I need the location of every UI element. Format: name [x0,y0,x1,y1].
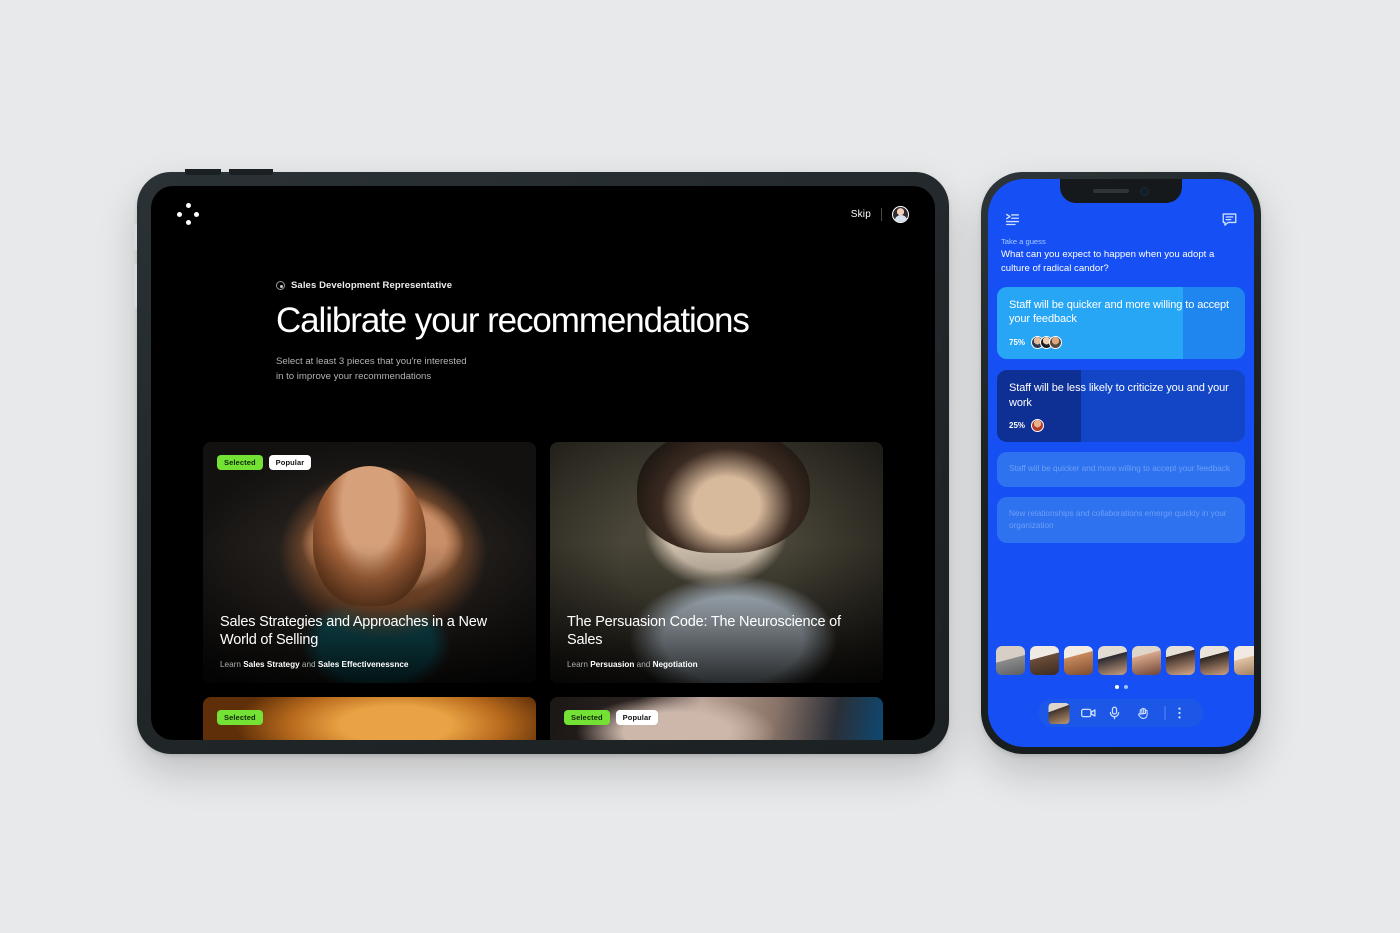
poll-option[interactable]: New relationships and collaborations eme… [997,496,1245,544]
card-meta: Learn Sales Strategy and Sales Effective… [220,660,519,669]
phone-device: Take a guess What can you expect to happ… [979,172,1263,754]
card-meta: Learn Persuasion and Negotiation [567,660,866,669]
card-title: Sales Strategies and Approaches in a New… [220,613,487,648]
pagination-dot[interactable] [1123,685,1128,689]
recommendation-grid: Selected Popular Sales Strategies and Ap… [203,442,883,740]
phone-screen: Take a guess What can you expect to happ… [988,179,1254,747]
pagination-dot-active[interactable] [1114,685,1119,689]
avatar[interactable] [892,205,909,223]
selected-badge[interactable]: Selected [217,710,263,725]
voter-avatars [1031,419,1045,433]
poll-option[interactable]: Staff will be less likely to criticize y… [997,370,1245,443]
self-video-tile[interactable] [1048,702,1070,724]
avatar [1031,419,1045,433]
poll-option-label: New relationships and collaborations eme… [1009,508,1227,530]
recommendation-card[interactable]: Selected Popular [550,697,883,740]
participant-tile[interactable] [1234,646,1254,675]
video-camera-icon[interactable] [1081,706,1098,721]
participant-tile[interactable] [1064,646,1093,675]
poll-question: What can you expect to happen when you a… [1001,249,1215,274]
page-title: Calibrate your recommendations [276,301,750,340]
card-badges: Selected [217,710,263,725]
card-meta-join: and [299,660,318,669]
poll-option-footer: 25% [1009,419,1233,433]
popular-badge: Popular [268,455,312,470]
participant-strip[interactable] [996,646,1254,675]
card-badges: Selected Popular [564,710,659,725]
microphone-icon[interactable] [1109,706,1126,721]
raise-hand-icon[interactable] [1137,706,1154,721]
poll-option-footer: 75% [1009,336,1233,350]
poll-option-percent: 75% [1009,338,1026,348]
control-bar-divider [1164,706,1166,720]
recommendation-card[interactable]: Selected [203,697,536,740]
role-eyebrow: Sales Development Representative [276,280,895,291]
selected-badge[interactable]: Selected [217,455,263,470]
card-title: The Persuasion Code: The Neuroscience of… [567,613,841,648]
popular-badge: Popular [615,710,659,725]
card-meta-join: and [634,660,653,669]
recommendation-card[interactable]: The Persuasion Code: The Neuroscience of… [550,442,883,683]
participant-tile[interactable] [1132,646,1161,675]
tablet-device: Skip Sales Development Representative Ca… [134,169,949,754]
participant-tile[interactable] [1030,646,1059,675]
card-topic-one: Sales Strategy [243,660,300,669]
participant-tile[interactable] [1166,646,1195,675]
phone-mute-switch[interactable] [979,284,981,304]
card-meta-prefix: Learn [220,660,244,669]
phone-topbar [988,206,1254,232]
hero-section: Sales Development Representative Calibra… [276,280,895,385]
card-badges: Selected Popular [217,455,312,470]
mockup-scene: Skip Sales Development Representative Ca… [0,0,1400,933]
voter-avatars [1031,336,1063,350]
target-icon [276,281,285,290]
tablet-volume-down-button[interactable] [134,264,137,308]
recommendation-card[interactable]: Selected Popular Sales Strategies and Ap… [203,442,536,683]
tablet-topbar: Skip [151,186,935,242]
poll-option-percent: 25% [1009,421,1026,431]
card-text: Sales Strategies and Approaches in a New… [220,613,519,669]
participant-tile[interactable] [1200,646,1229,675]
poll-option-label: Staff will be quicker and more willing t… [1009,464,1231,474]
phone-notch [1060,179,1182,203]
chat-bubble-icon[interactable] [1221,212,1238,227]
phone-volume-up-button[interactable] [979,322,981,356]
phone-volume-down-button[interactable] [979,366,981,400]
role-label: Sales Development Representative [291,280,453,291]
front-camera-icon [1140,186,1149,196]
tablet-topbar-right: Skip [851,205,909,223]
card-meta-prefix: Learn [567,660,591,669]
selected-badge[interactable]: Selected [564,710,610,725]
poll-option-label: Staff will be quicker and more willing t… [1009,298,1229,326]
poll-option[interactable]: Staff will be quicker and more willing t… [997,452,1245,487]
card-topic-one: Persuasion [590,660,635,669]
phone-power-button[interactable] [1261,322,1263,374]
earpiece-speaker-icon [1093,189,1129,193]
topbar-divider [881,207,882,221]
card-topic-two: Sales Effectivenessnce [317,660,409,669]
poll-panel: Take a guess What can you expect to happ… [988,237,1254,747]
more-options-icon[interactable] [1177,706,1194,721]
participant-tile[interactable] [996,646,1025,675]
avatar [1049,336,1063,350]
tablet-volume-up-button[interactable] [134,224,137,250]
card-topic-two: Negotiation [652,660,698,669]
skip-button[interactable]: Skip [851,209,871,220]
page-subtitle: Select at least 3 pieces that you're int… [276,356,467,383]
poll-option[interactable]: Staff will be quicker and more willing t… [997,286,1245,360]
playlist-menu-icon[interactable] [1004,212,1021,227]
poll-eyebrow: Take a guess [1001,237,1046,246]
tablet-screen: Skip Sales Development Representative Ca… [151,186,935,740]
poll-option-label: Staff will be less likely to criticize y… [1009,382,1229,409]
participant-tile[interactable] [1098,646,1127,675]
call-control-bar [1038,699,1204,727]
card-text: The Persuasion Code: The Neuroscience of… [567,613,866,669]
pagination-dots[interactable] [988,685,1254,689]
four-dots-logo-icon[interactable] [177,203,199,225]
